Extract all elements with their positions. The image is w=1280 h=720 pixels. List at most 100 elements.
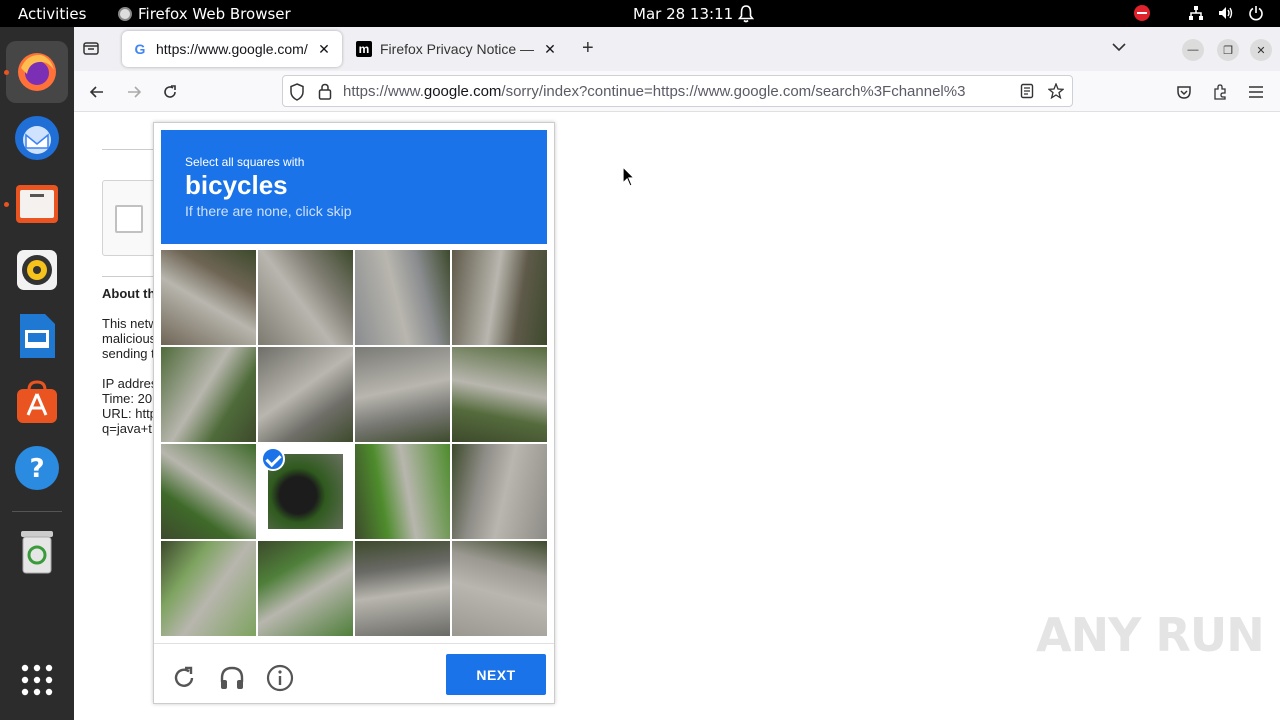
tab-close-icon[interactable]: ✕ — [316, 41, 332, 58]
tile-image — [258, 250, 353, 345]
captcha-tile[interactable] — [452, 250, 547, 345]
tile-image — [355, 541, 450, 636]
tab-close-icon[interactable]: ✕ — [542, 41, 558, 58]
url-bar[interactable]: https://www.google.com/sorry/index?conti… — [282, 75, 1073, 107]
captcha-tile[interactable] — [258, 541, 353, 636]
audio-challenge-icon[interactable] — [218, 664, 246, 692]
dock-separator — [12, 511, 62, 512]
restore-icon[interactable]: ❐ — [1217, 39, 1239, 61]
challenge-instruction: Select all squares with — [185, 155, 305, 169]
tile-image — [355, 444, 450, 539]
firefox-view-icon[interactable] — [82, 39, 100, 62]
google-favicon: G — [134, 41, 146, 57]
url-path: /sorry/index?continue=https://www.google… — [501, 83, 966, 100]
challenge-header: Select all squares with bicycles If ther… — [161, 130, 547, 244]
lock-icon[interactable] — [318, 83, 332, 104]
minimize-icon[interactable]: — — [1182, 39, 1204, 61]
captcha-tile[interactable] — [258, 250, 353, 345]
thunderbird-icon — [15, 116, 59, 160]
volume-icon — [1219, 7, 1233, 19]
web-page: About th This netw malicious sending t I… — [74, 112, 1280, 720]
svg-text:?: ? — [29, 454, 44, 484]
tab-firefox-privacy[interactable]: m Firefox Privacy Notice — ✕ — [346, 31, 568, 67]
tile-image — [452, 347, 547, 442]
libreoffice-impress-icon — [20, 314, 55, 358]
url-text[interactable]: https://www.google.com/sorry/index?conti… — [343, 83, 1011, 100]
back-icon[interactable] — [86, 81, 108, 103]
captcha-tile[interactable] — [452, 347, 547, 442]
captcha-tile[interactable] — [161, 444, 256, 539]
challenge-footer: NEXT — [154, 643, 554, 703]
next-button[interactable]: NEXT — [446, 654, 546, 695]
challenge-image-grid — [161, 250, 547, 636]
list-all-tabs-icon[interactable] — [1112, 39, 1126, 57]
recaptcha-challenge: Select all squares with bicycles If ther… — [153, 122, 555, 704]
captcha-tile[interactable] — [452, 541, 547, 636]
captcha-tile[interactable] — [161, 250, 256, 345]
firefox-icon — [18, 53, 56, 91]
tab-strip: G https://www.google.com/ ✕ m Firefox Pr… — [74, 27, 1280, 71]
captcha-tile[interactable] — [258, 444, 353, 539]
dock-show-apps[interactable] — [6, 649, 68, 711]
tile-image — [355, 250, 450, 345]
tile-image — [161, 250, 256, 345]
info-icon[interactable] — [266, 664, 294, 692]
tile-image — [161, 541, 256, 636]
app-menu[interactable]: Firefox Web Browser — [118, 5, 291, 23]
dock-thunderbird[interactable] — [6, 107, 68, 169]
rhythmbox-icon — [17, 250, 57, 290]
tab-label: Firefox Privacy Notice — — [380, 41, 535, 57]
tab-google[interactable]: G https://www.google.com/ ✕ — [122, 31, 342, 67]
captcha-tile[interactable] — [355, 250, 450, 345]
network-icon — [1189, 6, 1203, 20]
dock: ? — [0, 27, 74, 720]
bookmark-star-icon[interactable] — [1047, 82, 1065, 103]
captcha-tile[interactable] — [452, 444, 547, 539]
dock-firefox[interactable] — [6, 41, 68, 103]
trash-icon — [21, 531, 53, 574]
forward-icon[interactable] — [123, 81, 145, 103]
tracking-protection-icon[interactable] — [289, 83, 305, 105]
pocket-icon[interactable] — [1173, 81, 1195, 103]
recaptcha-checkbox[interactable] — [115, 205, 143, 233]
system-tray[interactable] — [1134, 5, 1264, 21]
tile-image — [258, 347, 353, 442]
captcha-tile[interactable] — [258, 347, 353, 442]
dock-files[interactable] — [6, 173, 68, 235]
dock-app-center[interactable] — [6, 371, 68, 433]
app-menu-icon[interactable] — [1245, 81, 1267, 103]
running-indicator — [4, 70, 9, 75]
dock-trash[interactable] — [6, 521, 68, 583]
help-icon: ? — [15, 446, 59, 490]
watermark-logo: ANY RUN — [1036, 608, 1265, 662]
captcha-tile[interactable] — [161, 347, 256, 442]
clock[interactable]: Mar 28 13:11 — [633, 5, 733, 23]
tile-image — [452, 250, 547, 345]
show-apps-icon — [21, 664, 53, 696]
dock-impress[interactable] — [6, 305, 68, 367]
dock-rhythmbox[interactable] — [6, 239, 68, 301]
extensions-icon[interactable] — [1209, 81, 1231, 103]
reload-challenge-icon[interactable] — [170, 664, 198, 692]
system-top-bar: Activities Firefox Web Browser Mar 28 13… — [0, 0, 1280, 27]
captcha-tile[interactable] — [161, 541, 256, 636]
running-indicator — [4, 202, 9, 207]
captcha-tile[interactable] — [355, 541, 450, 636]
new-tab-icon[interactable]: + — [582, 37, 594, 60]
tile-image — [452, 541, 547, 636]
recording-stop-icon[interactable] — [1134, 5, 1150, 21]
notification-bell-icon[interactable] — [737, 5, 755, 27]
reader-view-icon[interactable] — [1020, 83, 1034, 103]
captcha-tile[interactable] — [355, 347, 450, 442]
power-icon — [1249, 6, 1263, 21]
url-domain: google.com — [423, 83, 502, 100]
challenge-target: bicycles — [185, 170, 288, 200]
tile-image — [452, 444, 547, 539]
dock-help[interactable]: ? — [6, 437, 68, 499]
activities-button[interactable]: Activities — [18, 5, 86, 23]
reload-icon[interactable] — [159, 81, 181, 103]
app-name-label: Firefox Web Browser — [138, 5, 291, 23]
tile-selected-check-icon — [261, 447, 285, 471]
close-window-icon[interactable]: ✕ — [1250, 39, 1272, 61]
captcha-tile[interactable] — [355, 444, 450, 539]
